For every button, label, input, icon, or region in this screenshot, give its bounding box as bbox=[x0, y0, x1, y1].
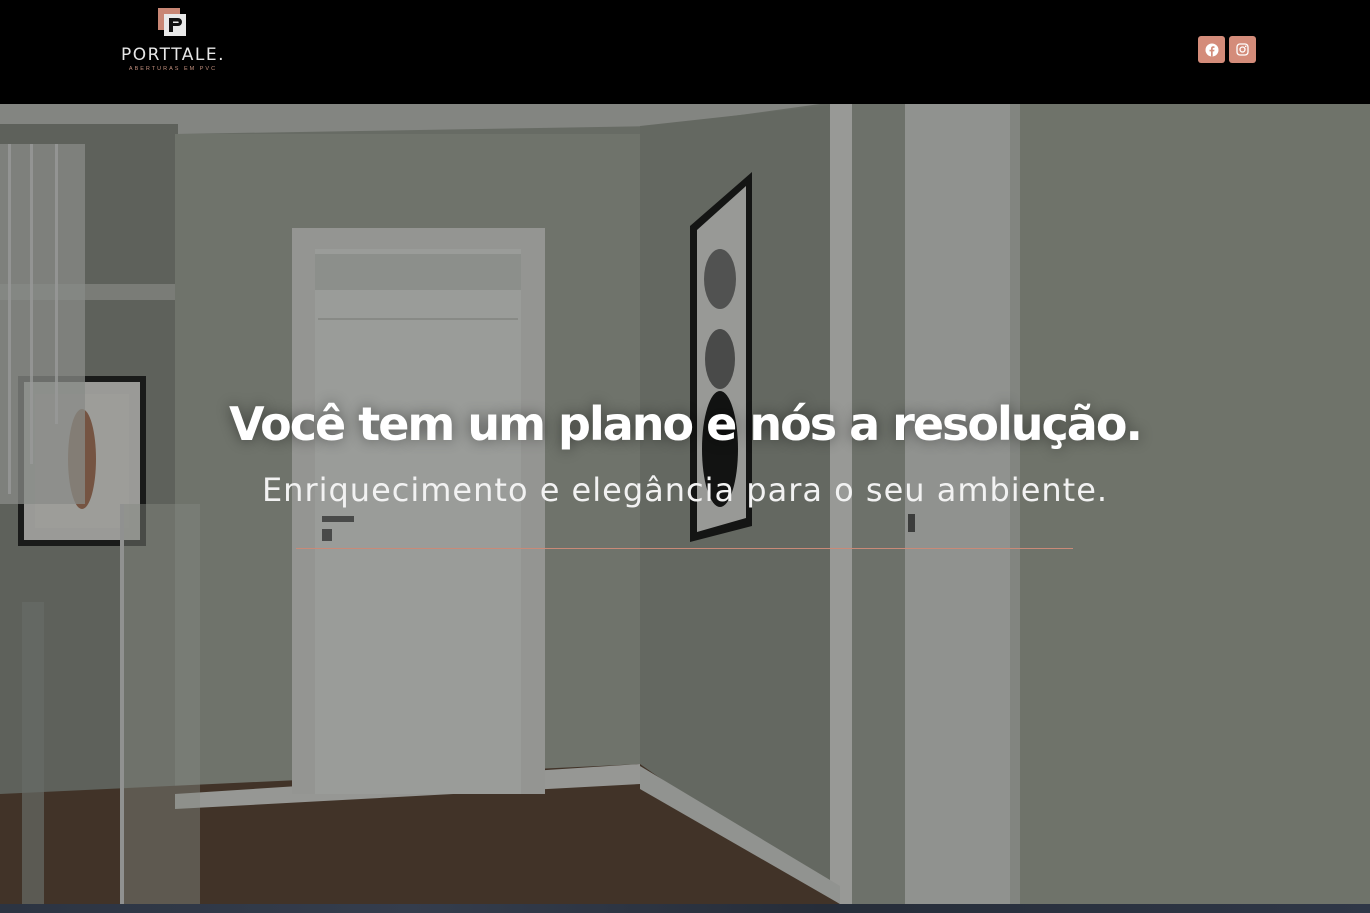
logo-tagline: ABERTURAS EM PVC bbox=[128, 66, 218, 72]
instagram-button[interactable] bbox=[1229, 36, 1256, 63]
logo-name: PORTTALE. bbox=[120, 45, 226, 65]
hero-section: Você tem um plano e nós a resolução. Enr… bbox=[0, 104, 1370, 904]
facebook-icon bbox=[1205, 43, 1218, 56]
hero-headline: Você tem um plano e nós a resolução. bbox=[229, 397, 1143, 451]
instagram-icon bbox=[1236, 43, 1249, 56]
next-section-edge bbox=[0, 904, 1370, 913]
page: PORTTALE. ABERTURAS EM PVC Você tem um p… bbox=[0, 0, 1370, 913]
social-links bbox=[1198, 36, 1256, 63]
hero-subheadline: Enriquecimento e elegância para o seu am… bbox=[261, 471, 1109, 509]
site-header: PORTTALE. ABERTURAS EM PVC bbox=[0, 0, 1370, 104]
hero-divider bbox=[296, 548, 1073, 549]
logo[interactable]: PORTTALE. ABERTURAS EM PVC bbox=[112, 8, 234, 84]
porttale-logo-icon bbox=[158, 8, 186, 36]
facebook-button[interactable] bbox=[1198, 36, 1225, 63]
